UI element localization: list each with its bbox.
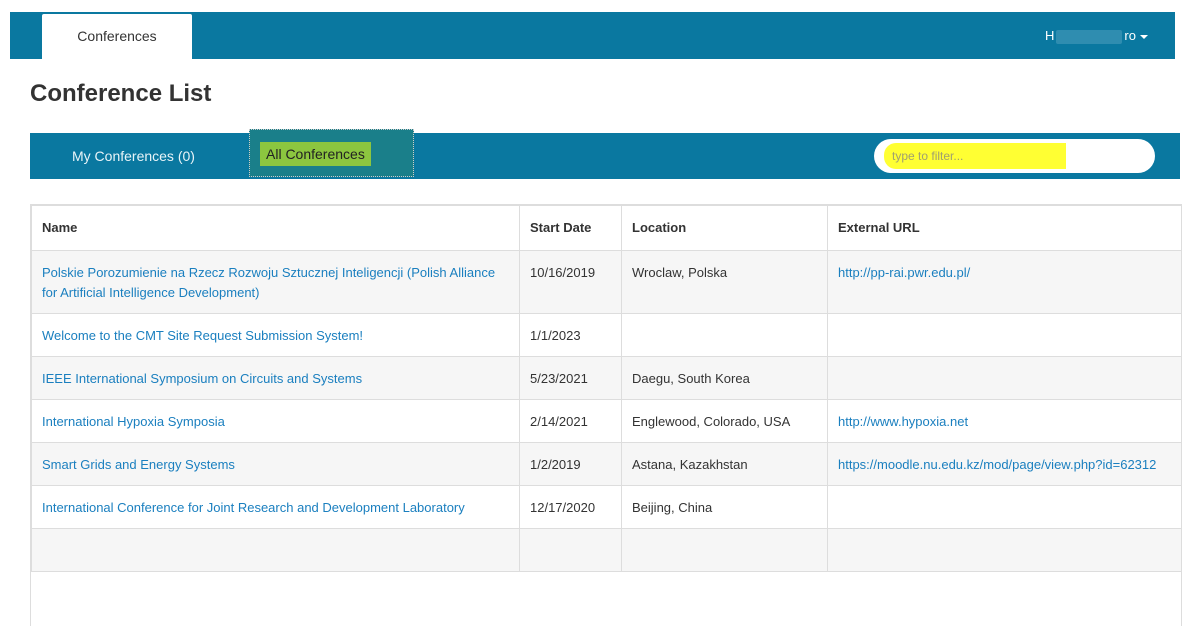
- external-url-link[interactable]: https://moodle.nu.edu.kz/mod/page/view.p…: [838, 457, 1156, 472]
- column-header-external-url[interactable]: External URL: [827, 205, 1181, 251]
- conference-subnav: My Conferences (0) All Conferences: [30, 129, 1180, 179]
- tab-my-conferences[interactable]: My Conferences (0): [72, 133, 195, 179]
- cell-location: Englewood, Colorado, USA: [621, 399, 828, 443]
- tab-all-conferences-label: All Conferences: [260, 142, 371, 166]
- top-navbar: Conferences Hro: [10, 12, 1175, 59]
- cell-start-date: [519, 528, 622, 572]
- table-row: International Hypoxia Symposia 2/14/2021…: [31, 399, 1181, 443]
- tab-all-conferences[interactable]: All Conferences: [249, 129, 414, 177]
- table-header-row: Name Start Date Location External URL: [31, 205, 1181, 251]
- cell-start-date: 2/14/2021: [519, 399, 622, 443]
- column-header-start-date[interactable]: Start Date: [519, 205, 622, 251]
- conference-table: Name Start Date Location External URL Po…: [31, 205, 1181, 572]
- user-menu[interactable]: Hro: [1045, 12, 1148, 59]
- table-row: Smart Grids and Energy Systems 1/2/2019 …: [31, 442, 1181, 486]
- cell-name: Smart Grids and Energy Systems: [31, 442, 520, 486]
- external-url-link[interactable]: http://www.hypoxia.net: [838, 414, 968, 429]
- cell-location: Daegu, South Korea: [621, 356, 828, 400]
- conference-table-container: Name Start Date Location External URL Po…: [30, 204, 1182, 626]
- page-title: Conference List: [30, 80, 212, 107]
- cell-location: [621, 313, 828, 357]
- table-row: IEEE International Symposium on Circuits…: [31, 356, 1181, 400]
- user-suffix: ro: [1124, 28, 1136, 43]
- cell-name: Polskie Porozumienie na Rzecz Rozwoju Sz…: [31, 250, 520, 314]
- table-row: Welcome to the CMT Site Request Submissi…: [31, 313, 1181, 357]
- cell-external-url: [827, 313, 1181, 357]
- cell-external-url: https://moodle.nu.edu.kz/mod/page/view.p…: [827, 442, 1181, 486]
- conference-link[interactable]: Polskie Porozumienie na Rzecz Rozwoju Sz…: [42, 265, 495, 300]
- cell-start-date: 5/23/2021: [519, 356, 622, 400]
- external-url-link[interactable]: http://pp-rai.pwr.edu.pl/: [838, 265, 970, 280]
- cell-name: Welcome to the CMT Site Request Submissi…: [31, 313, 520, 357]
- conference-link[interactable]: International Hypoxia Symposia: [42, 414, 225, 429]
- cell-external-url: [827, 356, 1181, 400]
- caret-down-icon: [1139, 34, 1148, 39]
- cell-start-date: 1/2/2019: [519, 442, 622, 486]
- user-initial: H: [1045, 28, 1055, 43]
- table-row: International Conference for Joint Resea…: [31, 485, 1181, 529]
- cell-name: [31, 528, 520, 572]
- cell-name: International Hypoxia Symposia: [31, 399, 520, 443]
- cell-start-date: 10/16/2019: [519, 250, 622, 314]
- conference-link[interactable]: Smart Grids and Energy Systems: [42, 457, 235, 472]
- redacted-username: [1056, 29, 1123, 44]
- cell-external-url: http://www.hypoxia.net: [827, 399, 1181, 443]
- cell-name: IEEE International Symposium on Circuits…: [31, 356, 520, 400]
- column-header-name[interactable]: Name: [31, 205, 520, 251]
- conference-link[interactable]: Welcome to the CMT Site Request Submissi…: [42, 328, 363, 343]
- conference-link[interactable]: IEEE International Symposium on Circuits…: [42, 371, 362, 386]
- filter-box: [874, 139, 1155, 173]
- filter-input[interactable]: [884, 143, 1066, 169]
- cell-location: Wroclaw, Polska: [621, 250, 828, 314]
- left-edge: [0, 0, 10, 625]
- cell-start-date: 1/1/2023: [519, 313, 622, 357]
- cell-location: Astana, Kazakhstan: [621, 442, 828, 486]
- cell-external-url: [827, 485, 1181, 529]
- table-row: Polskie Porozumienie na Rzecz Rozwoju Sz…: [31, 250, 1181, 314]
- column-header-location[interactable]: Location: [621, 205, 828, 251]
- cell-location: [621, 528, 828, 572]
- cell-external-url: http://pp-rai.pwr.edu.pl/: [827, 250, 1181, 314]
- cell-name: International Conference for Joint Resea…: [31, 485, 520, 529]
- tab-conferences[interactable]: Conferences: [42, 14, 192, 59]
- cell-start-date: 12/17/2020: [519, 485, 622, 529]
- table-row-partial: [31, 528, 1181, 572]
- conference-link[interactable]: International Conference for Joint Resea…: [42, 500, 465, 515]
- cell-location: Beijing, China: [621, 485, 828, 529]
- cell-external-url: [827, 528, 1181, 572]
